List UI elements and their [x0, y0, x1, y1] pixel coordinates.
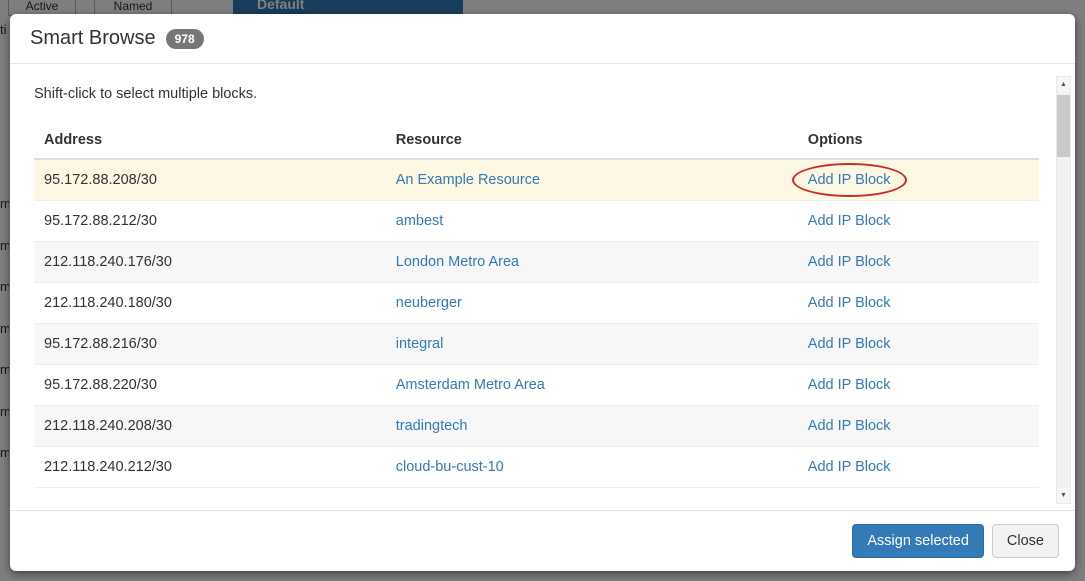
count-badge: 978 — [166, 29, 204, 49]
address-cell: 95.172.88.216/30 — [34, 324, 386, 365]
assign-selected-button[interactable]: Assign selected — [852, 524, 984, 558]
resource-cell: London Metro Area — [386, 242, 798, 283]
scroll-down-icon[interactable]: ▼ — [1057, 488, 1070, 503]
resource-cell: An Example Resource — [386, 159, 798, 201]
options-cell: Add IP Block — [798, 406, 1039, 447]
add-ip-block-link[interactable]: Add IP Block — [808, 254, 891, 270]
address-cell: 95.172.88.212/30 — [34, 201, 386, 242]
resource-link[interactable]: neuberger — [396, 295, 462, 311]
resource-cell: cloud-bu-cust-10 — [386, 447, 798, 488]
modal-header: Smart Browse 978 — [10, 14, 1075, 64]
scrollbar-thumb[interactable] — [1057, 95, 1070, 157]
resource-link[interactable]: London Metro Area — [396, 254, 519, 270]
instruction-text: Shift-click to select multiple blocks. — [34, 86, 1053, 102]
options-cell: Add IP Block — [798, 324, 1039, 365]
add-ip-block-link[interactable]: Add IP Block — [808, 336, 891, 352]
table-row[interactable]: 95.172.88.216/30 integral Add IP Block — [34, 324, 1039, 365]
address-cell: 212.118.240.180/30 — [34, 283, 386, 324]
add-ip-block-link[interactable]: Add IP Block — [808, 172, 891, 188]
resource-cell: Amsterdam Metro Area — [386, 365, 798, 406]
table-row[interactable]: 212.118.240.180/30 neuberger Add IP Block — [34, 283, 1039, 324]
circled-link-wrapper: Add IP Block — [808, 172, 891, 188]
options-cell: Add IP Block — [798, 283, 1039, 324]
scrollbar-track[interactable] — [1057, 92, 1070, 488]
resource-cell: tradingtech — [386, 406, 798, 447]
table-row[interactable]: 95.172.88.212/30 ambest Add IP Block — [34, 201, 1039, 242]
table-row[interactable]: 95.172.88.220/30 Amsterdam Metro Area Add … — [34, 365, 1039, 406]
column-header-resource: Resource — [386, 122, 798, 159]
address-cell: 95.172.88.208/30 — [34, 159, 386, 201]
resource-link[interactable]: ambest — [396, 213, 444, 229]
modal-body: Shift-click to select multiple blocks. A… — [10, 64, 1075, 510]
table-body: 95.172.88.208/30 An Example Resource Add I… — [34, 159, 1039, 488]
ip-block-table: Address Resource Options 95.172.88.208/3… — [34, 122, 1039, 488]
resource-cell: ambest — [386, 201, 798, 242]
resource-link[interactable]: integral — [396, 336, 444, 352]
options-cell: Add IP Block — [798, 159, 1039, 201]
options-cell: Add IP Block — [798, 242, 1039, 283]
add-ip-block-link[interactable]: Add IP Block — [808, 295, 891, 311]
add-ip-block-link[interactable]: Add IP Block — [808, 418, 891, 434]
resource-link[interactable]: cloud-bu-cust-10 — [396, 459, 504, 475]
column-header-options: Options — [798, 122, 1039, 159]
scrollbar[interactable]: ▲ ▼ — [1056, 76, 1071, 504]
options-cell: Add IP Block — [798, 447, 1039, 488]
resource-cell: integral — [386, 324, 798, 365]
address-cell: 95.172.88.220/30 — [34, 365, 386, 406]
smart-browse-modal: Smart Browse 978 Shift-click to select m… — [10, 14, 1075, 571]
options-cell: Add IP Block — [798, 365, 1039, 406]
resource-link[interactable]: An Example Resource — [396, 172, 540, 188]
add-ip-block-link[interactable]: Add IP Block — [808, 213, 891, 229]
options-cell: Add IP Block — [798, 201, 1039, 242]
address-cell: 212.118.240.212/30 — [34, 447, 386, 488]
scroll-up-icon[interactable]: ▲ — [1057, 77, 1070, 92]
address-cell: 212.118.240.208/30 — [34, 406, 386, 447]
table-row[interactable]: 212.118.240.208/30 tradingtech Add IP Bloc… — [34, 406, 1039, 447]
column-header-address: Address — [34, 122, 386, 159]
resource-cell: neuberger — [386, 283, 798, 324]
resource-link[interactable]: tradingtech — [396, 418, 468, 434]
address-cell: 212.118.240.176/30 — [34, 242, 386, 283]
table-row[interactable]: 95.172.88.208/30 An Example Resource Add I… — [34, 159, 1039, 201]
modal-footer: Assign selected Close — [10, 510, 1075, 571]
modal-title: Smart Browse — [30, 27, 156, 50]
add-ip-block-link[interactable]: Add IP Block — [808, 459, 891, 475]
resource-link[interactable]: Amsterdam Metro Area — [396, 377, 545, 393]
table-row[interactable]: 212.118.240.212/30 cloud-bu-cust-10 Add IP… — [34, 447, 1039, 488]
table-header: Address Resource Options — [34, 122, 1039, 159]
close-button[interactable]: Close — [992, 524, 1059, 558]
add-ip-block-link[interactable]: Add IP Block — [808, 377, 891, 393]
table-row[interactable]: 212.118.240.176/30 London Metro Area Add I… — [34, 242, 1039, 283]
